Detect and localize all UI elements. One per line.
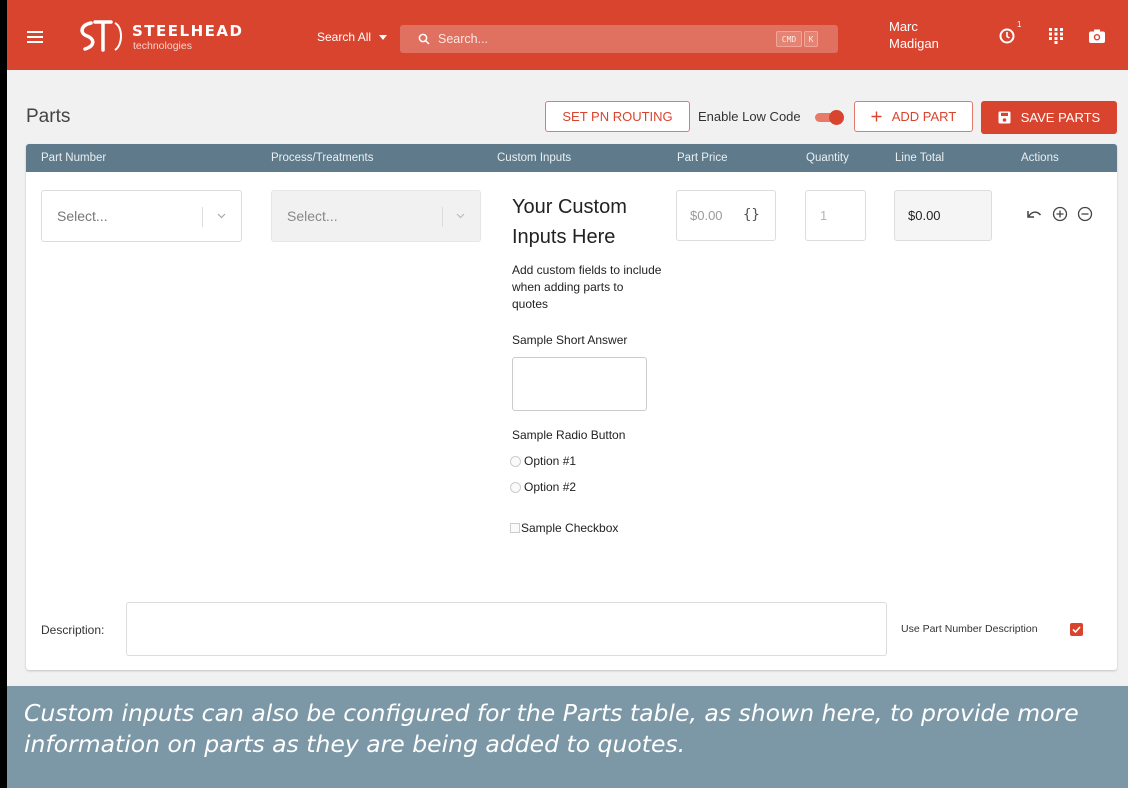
- short-answer-input[interactable]: [512, 357, 647, 411]
- shortcut-cmd-key: CMD: [776, 31, 802, 47]
- brand-subtitle: technologies: [133, 40, 192, 52]
- column-header-part-number: Part Number: [41, 152, 107, 164]
- part-price-input[interactable]: $0.00 {}: [676, 190, 776, 241]
- process-placeholder: Select...: [287, 208, 338, 224]
- logo-icon[interactable]: [77, 19, 137, 53]
- chevron-down-icon: [217, 213, 226, 219]
- clock-icon[interactable]: [999, 28, 1015, 44]
- radio-option-2[interactable]: Option #2: [510, 480, 576, 494]
- column-header-line-total: Line Total: [895, 152, 945, 164]
- search-placeholder: Search...: [438, 32, 489, 46]
- parts-table: Part Number Process/Treatments Custom In…: [26, 144, 1117, 670]
- user-first-name: Marc: [889, 19, 918, 34]
- apps-icon[interactable]: [1049, 28, 1063, 44]
- add-part-label: ADD PART: [891, 109, 957, 124]
- save-parts-button[interactable]: SAVE PARTS: [981, 101, 1117, 134]
- use-pn-description-label: Use Part Number Description: [901, 623, 1038, 635]
- custom-inputs-description: Add custom fields to include when adding…: [512, 263, 662, 311]
- process-select[interactable]: Select...: [271, 190, 481, 242]
- short-answer-label: Sample Short Answer: [512, 333, 628, 347]
- sample-checkbox[interactable]: Sample Checkbox: [510, 521, 618, 535]
- use-pn-description-checkbox[interactable]: [1070, 623, 1083, 636]
- radio-button-label: Sample Radio Button: [512, 428, 626, 442]
- add-circle-icon[interactable]: [1052, 206, 1068, 222]
- part-number-select[interactable]: Select...: [41, 190, 242, 242]
- save-icon: [998, 111, 1011, 124]
- part-price-value: $0.00: [690, 208, 723, 223]
- checkbox-label: Sample Checkbox: [521, 521, 619, 535]
- brand-name: STEELHEAD: [132, 22, 244, 40]
- shortcut-k-key: K: [804, 31, 818, 47]
- line-total-value: $0.00: [908, 208, 941, 223]
- quantity-input[interactable]: 1: [805, 190, 866, 241]
- radio-option-label: Option #2: [524, 480, 577, 494]
- user-menu[interactable]: Marc Madigan: [889, 18, 939, 52]
- custom-inputs-title: Your Custom Inputs Here: [512, 196, 627, 248]
- radio-circle: [510, 481, 521, 493]
- set-pn-routing-button[interactable]: SET PN ROUTING: [545, 101, 690, 132]
- line-total-field: $0.00: [894, 190, 992, 241]
- add-part-button[interactable]: ADD PART: [854, 101, 973, 132]
- radio-circle: [510, 455, 521, 467]
- column-header-custom-inputs: Custom Inputs: [497, 152, 572, 164]
- search-input[interactable]: Search... CMD K: [400, 25, 838, 53]
- formula-icon[interactable]: {}: [743, 207, 760, 223]
- search-icon: [418, 33, 430, 45]
- part-number-placeholder: Select...: [57, 208, 108, 224]
- quantity-value: 1: [820, 208, 828, 223]
- set-pn-routing-label: SET PN ROUTING: [562, 109, 673, 124]
- app-window: STEELHEAD technologies Search All Search…: [7, 0, 1128, 788]
- column-header-part-price: Part Price: [677, 152, 728, 164]
- radio-option-label: Option #1: [524, 454, 577, 468]
- search-scope-dropdown[interactable]: Search All: [317, 30, 388, 44]
- camera-icon[interactable]: [1089, 29, 1105, 43]
- notification-count: 1: [1017, 20, 1022, 29]
- menu-icon[interactable]: [27, 31, 43, 43]
- top-bar: STEELHEAD technologies Search All Search…: [7, 0, 1128, 70]
- low-code-toggle[interactable]: [815, 110, 844, 125]
- user-last-name: Madigan: [889, 36, 939, 51]
- description-label: Description:: [41, 623, 105, 637]
- description-input[interactable]: [126, 602, 887, 656]
- column-header-actions: Actions: [1021, 152, 1059, 164]
- checkbox-box: [510, 523, 520, 533]
- caption-banner: Custom inputs can also be configured for…: [7, 686, 1128, 788]
- chevron-down-icon: [456, 213, 465, 219]
- table-header: Part Number Process/Treatments Custom In…: [26, 144, 1117, 172]
- caption-text: Custom inputs can also be configured for…: [24, 699, 1079, 758]
- radio-option-1[interactable]: Option #1: [510, 454, 576, 468]
- search-scope-label: Search All: [317, 30, 372, 44]
- save-parts-label: SAVE PARTS: [1020, 110, 1101, 125]
- column-header-quantity: Quantity: [806, 152, 849, 164]
- chevron-down-icon: [379, 34, 388, 40]
- page-title: Parts: [26, 106, 71, 127]
- plus-icon: [871, 111, 882, 122]
- remove-circle-icon[interactable]: [1077, 206, 1093, 222]
- undo-icon[interactable]: [1026, 206, 1042, 222]
- enable-low-code-label: Enable Low Code: [698, 109, 801, 124]
- column-header-process: Process/Treatments: [271, 152, 374, 164]
